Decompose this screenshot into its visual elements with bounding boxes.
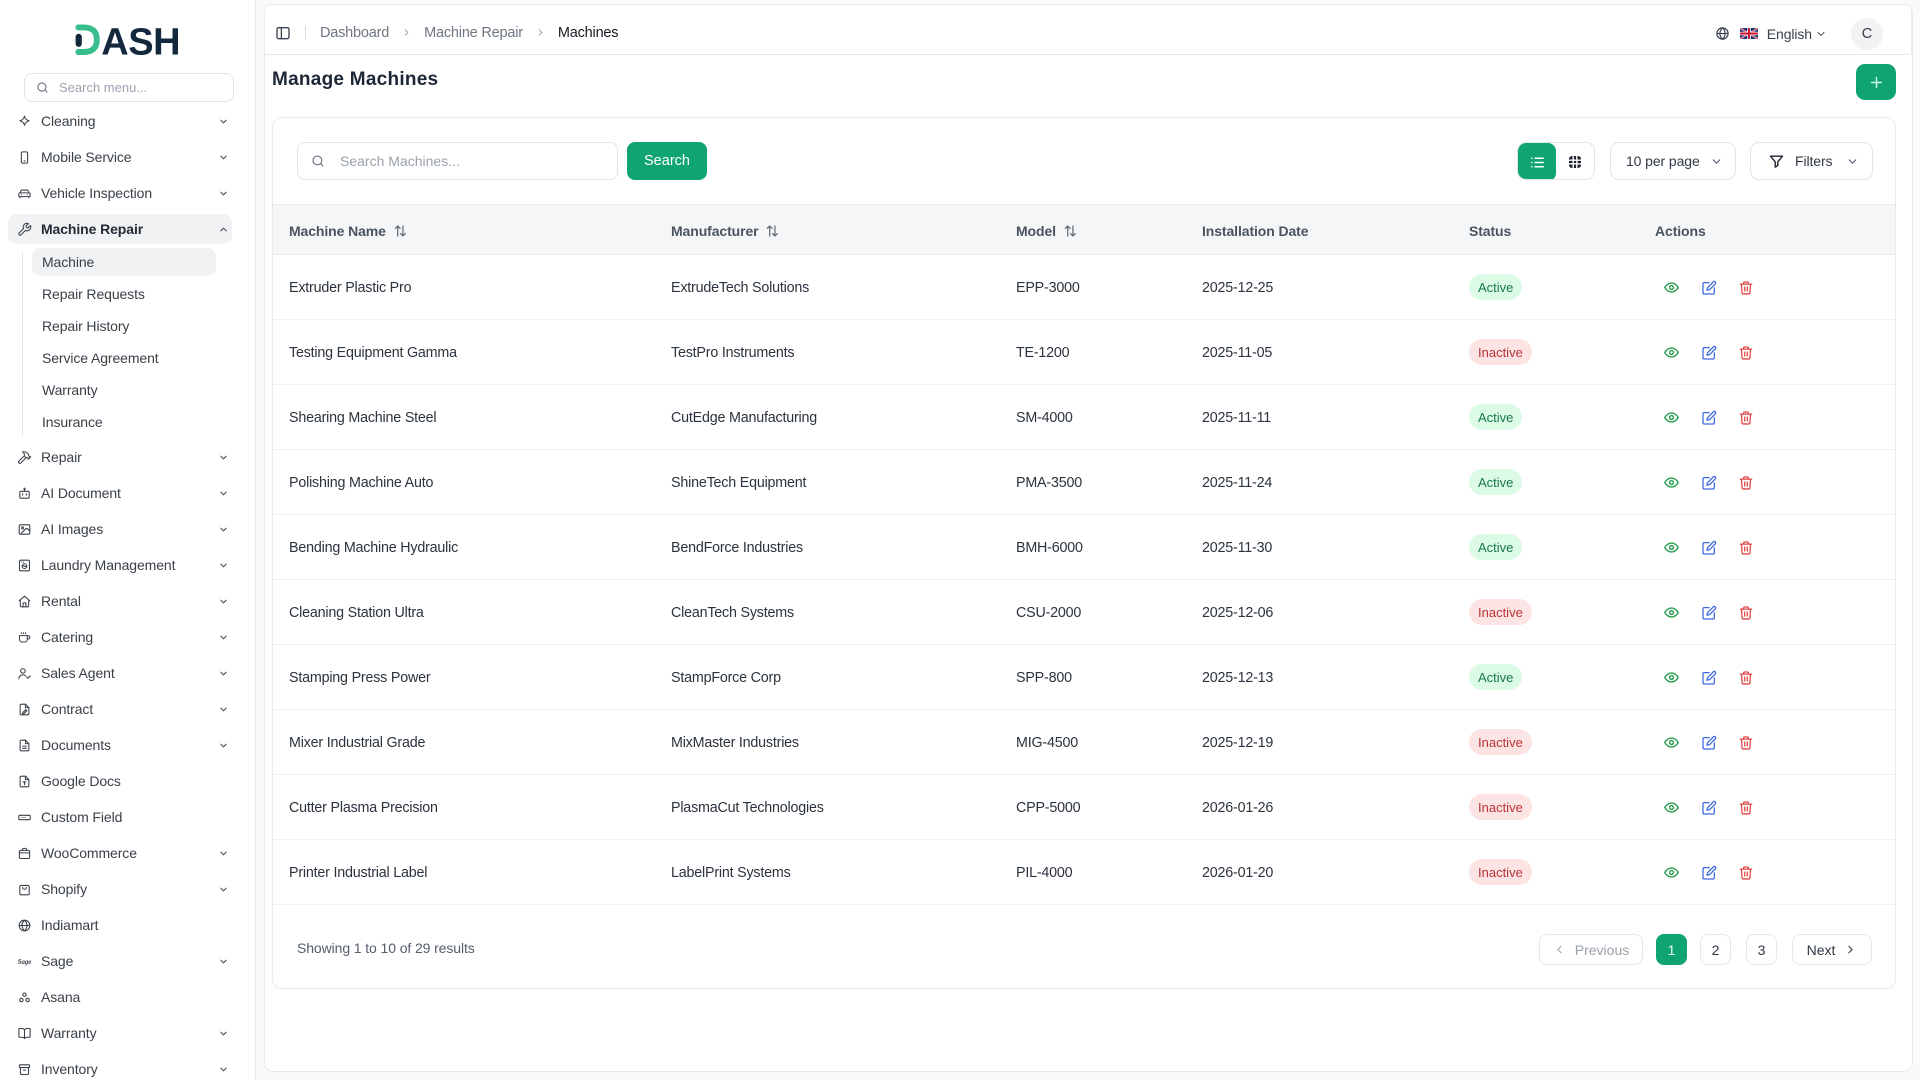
svg-text:ASH: ASH <box>101 22 180 58</box>
svg-text:Sage: Sage <box>18 959 32 966</box>
